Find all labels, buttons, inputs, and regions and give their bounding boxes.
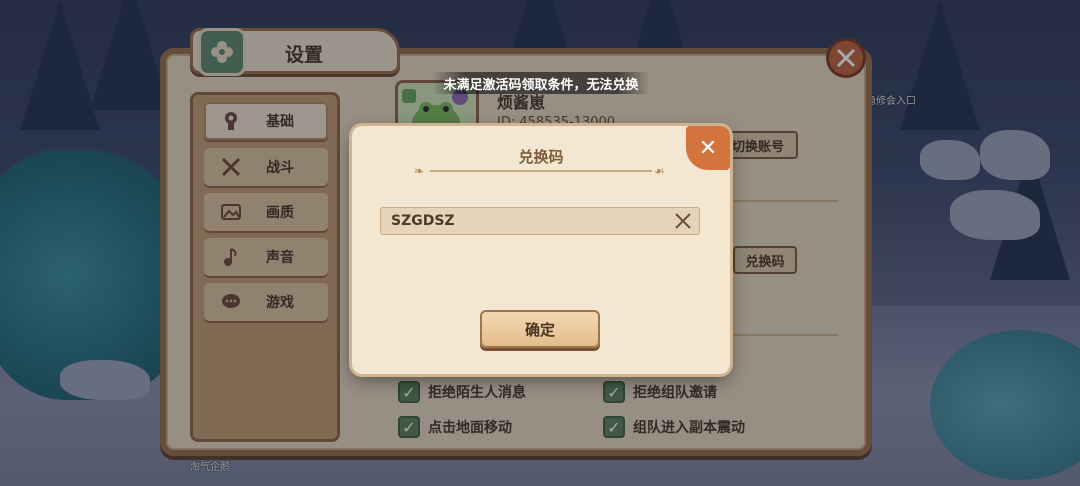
confirm-label: 确定 [524, 320, 555, 339]
toast-message: 未满足激活码领取条件，无法兑换 [432, 72, 650, 94]
dialog-close-button[interactable]: ✕ [686, 126, 730, 170]
redeem-code-input[interactable] [391, 213, 651, 229]
redeem-code-field[interactable] [380, 207, 700, 235]
clear-icon [675, 213, 691, 229]
title-ornament-line [430, 170, 652, 172]
leaf-ornament-icon: ☙ [654, 164, 665, 178]
close-icon: ✕ [698, 135, 718, 161]
dialog-title: 兑换码 [518, 148, 564, 166]
leaf-ornament-icon: ❧ [414, 164, 425, 178]
confirm-button[interactable]: 确定 [480, 310, 600, 348]
clear-input-button[interactable] [672, 210, 694, 232]
